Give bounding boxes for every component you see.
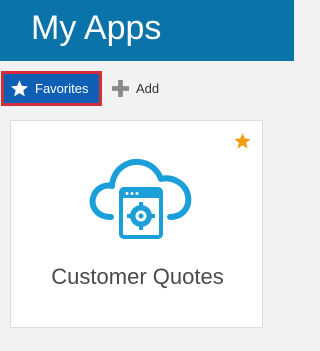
favorites-button-content: Favorites: [10, 79, 88, 98]
favorites-button[interactable]: Favorites: [1, 71, 102, 106]
star-icon: [10, 80, 29, 97]
app-tile-customer-quotes[interactable]: Customer Quotes: [10, 120, 263, 328]
cloud-window-gear-icon: [89, 158, 192, 239]
plus-icon: [112, 80, 129, 97]
app-tile-title: Customer Quotes: [51, 264, 224, 289]
favorite-star-icon[interactable]: [233, 132, 252, 150]
toolbar: Favorites Add: [0, 61, 294, 113]
add-label: Add: [136, 81, 160, 96]
app-header: My Apps: [0, 0, 294, 61]
page-title: My Apps: [31, 9, 162, 47]
favorites-label: Favorites: [35, 81, 89, 96]
add-button[interactable]: Add: [112, 71, 159, 106]
